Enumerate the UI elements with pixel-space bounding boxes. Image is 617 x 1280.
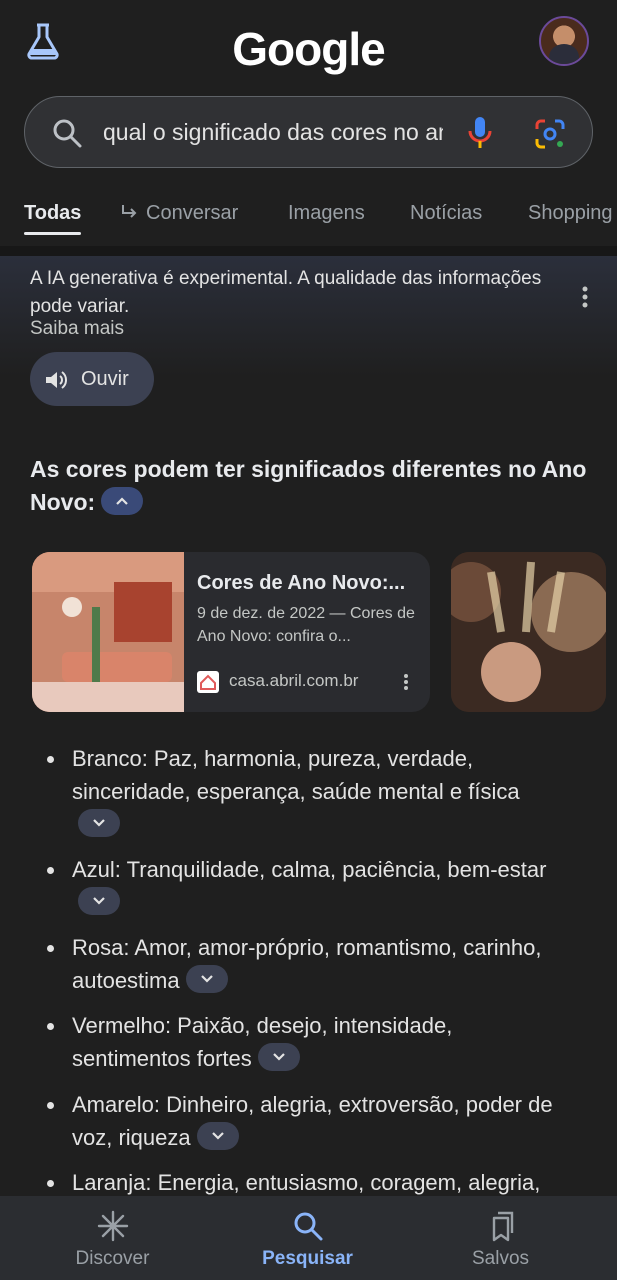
reply-arrow-icon [122, 205, 137, 218]
google-logo: Google [232, 23, 385, 75]
more-options-icon[interactable] [578, 285, 592, 309]
expand-button[interactable] [257, 1043, 300, 1071]
ai-heading: As cores podem ter significados diferent… [30, 453, 590, 519]
learn-more-link[interactable]: Saiba mais [30, 318, 124, 340]
search-icon [294, 1212, 323, 1241]
expand-button[interactable] [78, 887, 120, 915]
expand-button[interactable] [185, 965, 228, 993]
expand-button[interactable] [196, 1122, 239, 1150]
chevron-up-icon [116, 497, 128, 505]
list-item-text: Amarelo: Dinheiro, alegria, extroversão,… [72, 1092, 553, 1150]
bookmarks-icon [492, 1211, 514, 1242]
bottom-navigation: Discover Pesquisar Salvos [0, 1196, 617, 1280]
list-item: Vermelho: Paixão, desejo, intensidade, s… [47, 1009, 562, 1075]
google-lens-icon[interactable] [533, 117, 567, 151]
chevron-down-icon [93, 819, 105, 827]
source-site: casa.abril.com.br [229, 671, 359, 690]
tab-conversar[interactable]: Conversar [120, 202, 238, 225]
active-tab-indicator [24, 232, 81, 235]
chevron-down-icon [272, 1053, 285, 1061]
list-item: Rosa: Amor, amor-próprio, romantismo, ca… [47, 931, 562, 997]
list-item: Laranja: Energia, entusiasmo, coragem, a… [47, 1166, 562, 1199]
tab-conversar-label: Conversar [146, 202, 239, 224]
nav-saved[interactable]: Salvos [398, 1196, 603, 1280]
chevron-down-icon [211, 1132, 224, 1140]
avatar[interactable] [539, 16, 589, 66]
source-snippet: 9 de dez. de 2022 — Cores de Ano Novo: c… [197, 605, 415, 645]
microphone-icon[interactable] [465, 115, 495, 151]
speaker-icon [46, 371, 67, 389]
search-bar[interactable]: qual o significado das cores no ano novo [24, 96, 593, 168]
search-tabs: Todas Conversar Imagens Notícias Shoppin… [0, 190, 617, 246]
source-more-icon[interactable] [402, 673, 410, 691]
list-item-text: Azul: Tranquilidade, calma, paciência, b… [72, 857, 547, 882]
source-title: Cores de Ano Novo:... [197, 572, 406, 594]
search-input[interactable]: qual o significado das cores no ano novo [103, 119, 443, 146]
tab-noticias[interactable]: Notícias [410, 202, 482, 225]
site-favicon-icon [197, 671, 219, 693]
nav-saved-label: Salvos [471, 1248, 530, 1269]
listen-label: Ouvir [81, 368, 129, 390]
search-icon [53, 119, 82, 148]
expand-button[interactable] [78, 809, 120, 837]
source-card-2[interactable] [451, 552, 606, 712]
list-item: Branco: Paz, harmonia, pureza, verdade, … [47, 742, 562, 841]
list-item: Amarelo: Dinheiro, alegria, extroversão,… [47, 1088, 562, 1154]
sparkle-icon [97, 1210, 129, 1242]
nav-search[interactable]: Pesquisar [205, 1196, 410, 1280]
tab-imagens[interactable]: Imagens [288, 202, 365, 225]
list-item: Azul: Tranquilidade, calma, paciência, b… [47, 853, 562, 919]
chevron-down-icon [200, 975, 213, 983]
source-thumbnail [32, 552, 184, 712]
nav-discover[interactable]: Discover [10, 1196, 215, 1280]
listen-button[interactable]: Ouvir [30, 352, 154, 406]
nav-search-label: Pesquisar [262, 1248, 353, 1269]
header: Google [0, 0, 617, 90]
chevron-down-icon [93, 897, 105, 905]
list-item-text: Branco: Paz, harmonia, pureza, verdade, … [72, 746, 520, 804]
divider [0, 246, 617, 256]
nav-discover-label: Discover [75, 1248, 150, 1269]
ai-disclaimer: A IA generativa é experimental. A qualid… [30, 268, 542, 317]
tab-todas[interactable]: Todas [24, 202, 81, 225]
source-card[interactable]: Cores de Ano Novo:... 9 de dez. de 2022 … [32, 552, 430, 712]
tab-shopping[interactable]: Shopping [528, 202, 613, 225]
collapse-button[interactable] [101, 487, 144, 515]
list-item-text: Rosa: Amor, amor-próprio, romantismo, ca… [72, 935, 542, 993]
